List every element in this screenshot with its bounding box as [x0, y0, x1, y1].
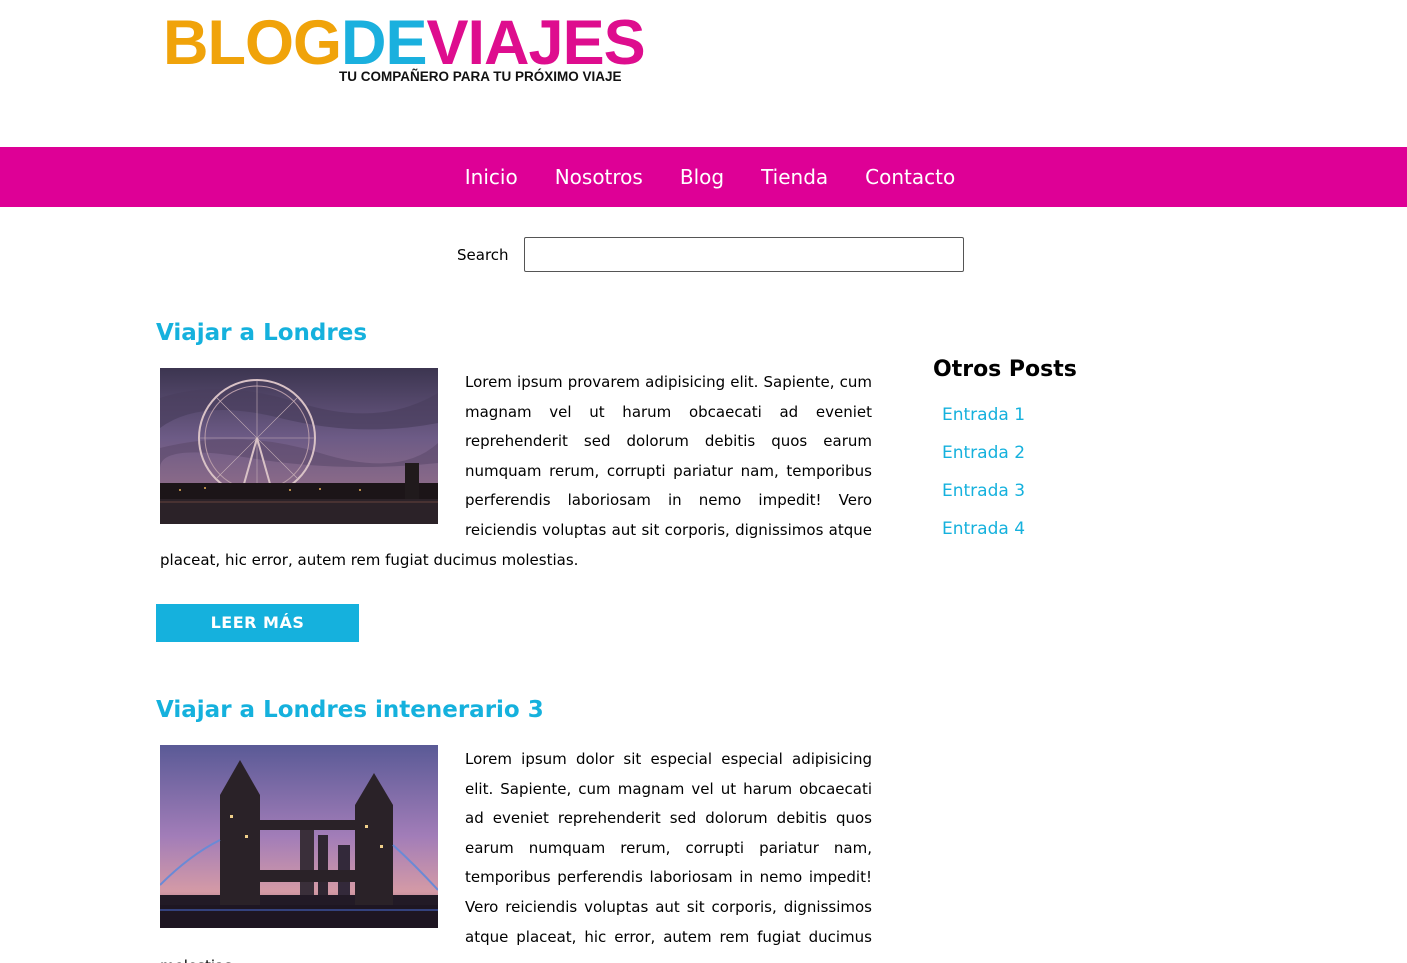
blog-post: Viajar a Londres Lorem ipsum provarem ad… [156, 318, 876, 643]
nav-item-contacto[interactable]: Contacto [865, 165, 955, 189]
post-body: Lorem ipsum provarem adipisicing elit. S… [160, 368, 872, 575]
list-item: Entrada 2 [942, 441, 1193, 465]
sidebar: Otros Posts Entrada 1 Entrada 2 Entrada … [933, 355, 1193, 555]
logo-viajes: VIAJES [426, 8, 646, 78]
nav-item-blog[interactable]: Blog [680, 165, 724, 189]
post-title[interactable]: Viajar a Londres [156, 318, 876, 348]
nav-item-inicio[interactable]: Inicio [465, 165, 518, 189]
nav-item-nosotros[interactable]: Nosotros [555, 165, 643, 189]
read-more-button[interactable]: LEER MÁS [156, 604, 359, 643]
search-input[interactable] [523, 237, 964, 272]
sidebar-link-entrada-4[interactable]: Entrada 4 [942, 519, 1025, 539]
search-form: Search [457, 237, 964, 272]
sidebar-link-entrada-3[interactable]: Entrada 3 [942, 481, 1025, 501]
tower-bridge-photo [160, 745, 438, 928]
post-title[interactable]: Viajar a Londres intenerario 3 [156, 695, 876, 725]
search-label: Search [457, 245, 509, 264]
london-eye-photo [160, 368, 438, 524]
list-item: Entrada 4 [942, 517, 1193, 541]
logo-wordmark: BLOGDEVIAJES [163, 12, 646, 75]
sidebar-list: Entrada 1 Entrada 2 Entrada 3 Entrada 4 [942, 403, 1193, 541]
logo-tagline: TU COMPAÑERO PARA TU PRÓXIMO VIAJE [339, 69, 622, 84]
sidebar-link-entrada-1[interactable]: Entrada 1 [942, 405, 1025, 425]
blog-post: Viajar a Londres intenerario 3 Lorem ips… [156, 695, 876, 963]
logo-blog: BLOG [163, 8, 342, 78]
nav-item-tienda[interactable]: Tienda [761, 165, 828, 189]
sidebar-title: Otros Posts [933, 357, 1077, 382]
site-logo[interactable]: BLOGDEVIAJES TU COMPAÑERO PARA TU PRÓXIM… [163, 12, 646, 94]
list-item: Entrada 3 [942, 479, 1193, 503]
main-navigation: Inicio Nosotros Blog Tienda Contacto [0, 147, 1407, 207]
post-body: Lorem ipsum dolor sit especial especial … [160, 745, 872, 963]
list-item: Entrada 1 [942, 403, 1193, 427]
logo-de: DE [341, 8, 428, 78]
sidebar-link-entrada-2[interactable]: Entrada 2 [942, 443, 1025, 463]
